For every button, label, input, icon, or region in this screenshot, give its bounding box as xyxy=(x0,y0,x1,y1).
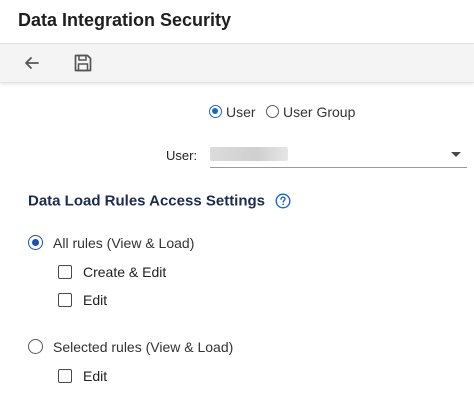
scope-radio-group: User User Group xyxy=(209,103,361,123)
selected-edit-option[interactable]: Edit xyxy=(58,367,107,385)
selected-edit-label: Edit xyxy=(83,367,108,384)
page-title: Data Integration Security xyxy=(18,10,232,30)
user-field-label: User: xyxy=(166,148,198,163)
all-create-edit-option[interactable]: Create & Edit xyxy=(58,263,166,281)
scope-option-user[interactable]: User xyxy=(209,103,256,121)
scope-option-user-group[interactable]: User Group xyxy=(266,103,355,121)
selected-edit-checkbox[interactable] xyxy=(58,368,72,383)
all-edit-option[interactable]: Edit xyxy=(58,291,107,309)
user-group-radio-label: User Group xyxy=(283,103,356,120)
arrow-left-icon xyxy=(25,57,39,69)
floppy-disk-icon xyxy=(74,54,92,72)
all-rules-label: All rules (View & Load) xyxy=(53,234,195,251)
selected-rules-option[interactable]: Selected rules (View & Load) xyxy=(28,338,233,356)
all-edit-label: Edit xyxy=(83,291,108,308)
toolbar xyxy=(0,43,474,83)
all-edit-checkbox[interactable] xyxy=(58,292,72,307)
title-bar: Data Integration Security xyxy=(0,0,474,43)
user-radio[interactable] xyxy=(209,105,222,119)
selected-rules-label: Selected rules (View & Load) xyxy=(53,338,234,355)
user-radio-label: User xyxy=(226,103,256,120)
save-button[interactable] xyxy=(72,52,94,74)
back-button[interactable] xyxy=(21,52,43,74)
help-circle-icon[interactable] xyxy=(275,193,291,209)
user-dropdown[interactable] xyxy=(210,143,467,168)
selected-rules-radio[interactable] xyxy=(28,339,43,355)
all-create-edit-checkbox[interactable] xyxy=(58,264,72,279)
user-value-redacted xyxy=(210,147,288,161)
chevron-down-icon xyxy=(451,152,461,157)
all-create-edit-label: Create & Edit xyxy=(83,263,167,280)
user-group-radio[interactable] xyxy=(266,105,280,119)
all-rules-option[interactable]: All rules (View & Load) xyxy=(28,234,194,252)
all-rules-radio[interactable] xyxy=(28,235,43,251)
section-heading: Data Load Rules Access Settings xyxy=(28,192,291,210)
section-title: Data Load Rules Access Settings xyxy=(28,192,266,210)
